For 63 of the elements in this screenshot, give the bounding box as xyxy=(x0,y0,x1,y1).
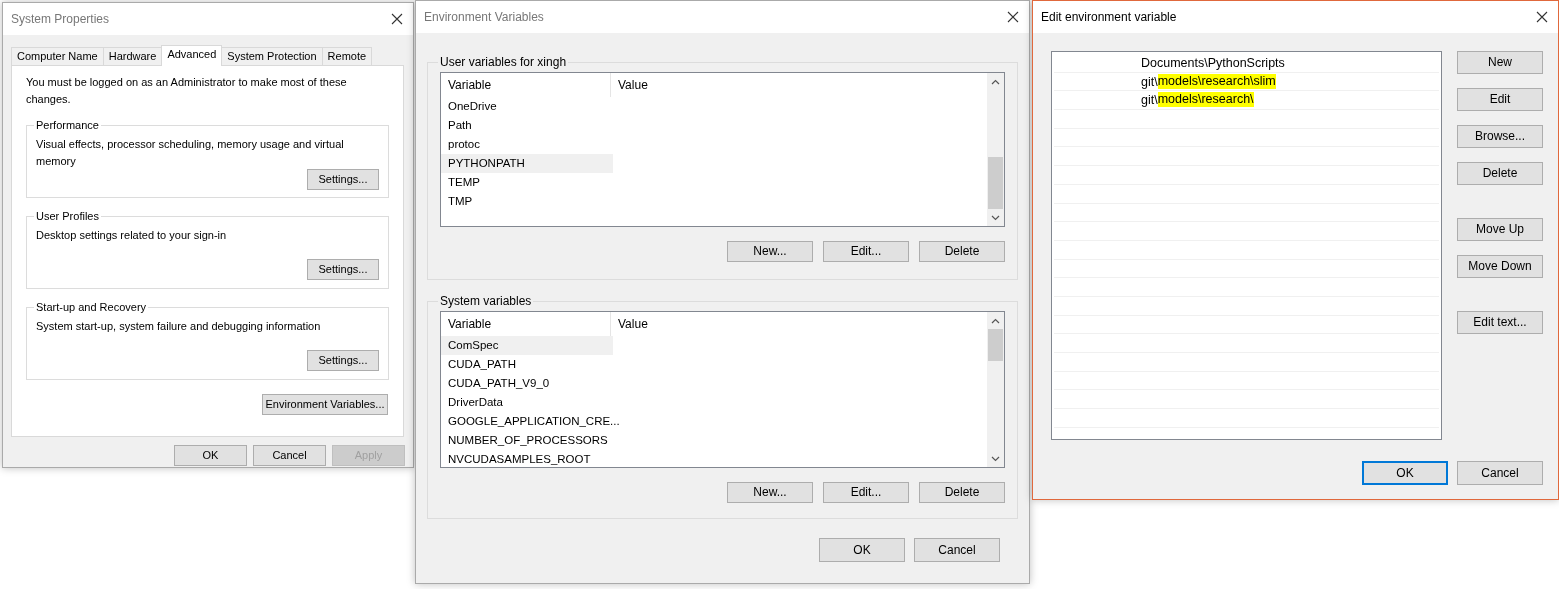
button[interactable]: Edit xyxy=(1457,88,1543,111)
button[interactable]: Settings... xyxy=(307,259,379,280)
button[interactable]: Cancel xyxy=(914,538,1000,562)
button[interactable]: Browse... xyxy=(1457,125,1543,148)
close-icon[interactable] xyxy=(391,13,403,25)
group-description: Desktop settings related to your sign-in xyxy=(36,228,228,243)
list-row[interactable]: CUDA_PATH xyxy=(441,355,613,374)
list-row[interactable]: OneDrive xyxy=(441,97,613,116)
button[interactable]: Settings... xyxy=(307,169,379,190)
scroll-up-icon[interactable] xyxy=(991,78,1000,85)
list-row[interactable]: NUMBER_OF_PROCESSORS xyxy=(441,431,613,450)
list-row[interactable]: PYTHONPATH xyxy=(441,154,613,173)
button[interactable]: Settings... xyxy=(307,350,379,371)
button[interactable]: OK xyxy=(819,538,905,562)
path-entry[interactable]: Documents\PythonScripts xyxy=(1054,54,1439,73)
button[interactable]: Edit text... xyxy=(1457,311,1543,334)
button[interactable]: New xyxy=(1457,51,1543,74)
list-row[interactable]: TMP xyxy=(441,192,613,211)
tab[interactable]: System Protection xyxy=(221,47,323,65)
scroll-up-icon[interactable] xyxy=(991,317,1000,324)
button[interactable]: OK xyxy=(1362,461,1448,485)
button[interactable]: Cancel xyxy=(1457,461,1543,485)
button[interactable]: Cancel xyxy=(253,445,326,466)
scroll-down-icon[interactable] xyxy=(991,455,1000,462)
group-description: Visual effects, processor scheduling, memory usage and virtual memory xyxy=(36,137,345,169)
group-title: System variables xyxy=(439,294,533,308)
button[interactable]: Move Up xyxy=(1457,218,1543,241)
button[interactable]: Edit... xyxy=(823,482,909,503)
group-title: Performance xyxy=(35,118,100,132)
notice-text: You must be logged on as an Administrator to make most of these changes. xyxy=(26,75,348,107)
list-row[interactable]: ComSpec xyxy=(441,336,613,355)
button[interactable]: Environment Variables... xyxy=(262,394,388,415)
close-icon[interactable] xyxy=(1536,11,1548,23)
tab[interactable]: Computer Name xyxy=(11,47,104,65)
window-title: Edit environment variable xyxy=(1041,9,1177,26)
group-title: User Profiles xyxy=(35,209,100,223)
scroll-down-icon[interactable] xyxy=(991,214,1000,221)
button[interactable]: New... xyxy=(727,482,813,503)
list-row[interactable]: Path xyxy=(441,116,613,135)
list-row[interactable]: protoc xyxy=(441,135,613,154)
button[interactable]: Delete xyxy=(1457,162,1543,185)
button[interactable]: Edit... xyxy=(823,241,909,262)
group-description: System start-up, system failure and debugging information xyxy=(36,319,322,334)
window-title: Environment Variables xyxy=(424,9,544,26)
group-title: User variables for xingh xyxy=(439,55,568,69)
tab[interactable]: Remote xyxy=(321,47,373,65)
button[interactable]: Delete xyxy=(919,482,1005,503)
column-header: Variable xyxy=(441,73,611,97)
button[interactable]: New... xyxy=(727,241,813,262)
list-row[interactable]: GOOGLE_APPLICATION_CRE... xyxy=(441,412,622,431)
window-title: System Properties xyxy=(11,11,110,28)
scrollbar-thumb[interactable] xyxy=(988,157,1003,209)
button[interactable]: Delete xyxy=(919,241,1005,262)
tab[interactable]: Advanced xyxy=(161,45,223,66)
list-row[interactable]: TEMP xyxy=(441,173,613,192)
button[interactable]: Move Down xyxy=(1457,255,1543,278)
list-row[interactable]: DriverData xyxy=(441,393,613,412)
list-row[interactable]: CUDA_PATH_V9_0 xyxy=(441,374,613,393)
group-title: Start-up and Recovery xyxy=(35,300,148,314)
button[interactable]: OK xyxy=(174,445,247,466)
close-icon[interactable] xyxy=(1007,11,1019,23)
scrollbar-thumb[interactable] xyxy=(988,329,1003,361)
list-row[interactable]: NVCUDASAMPLES_ROOT xyxy=(441,450,613,467)
